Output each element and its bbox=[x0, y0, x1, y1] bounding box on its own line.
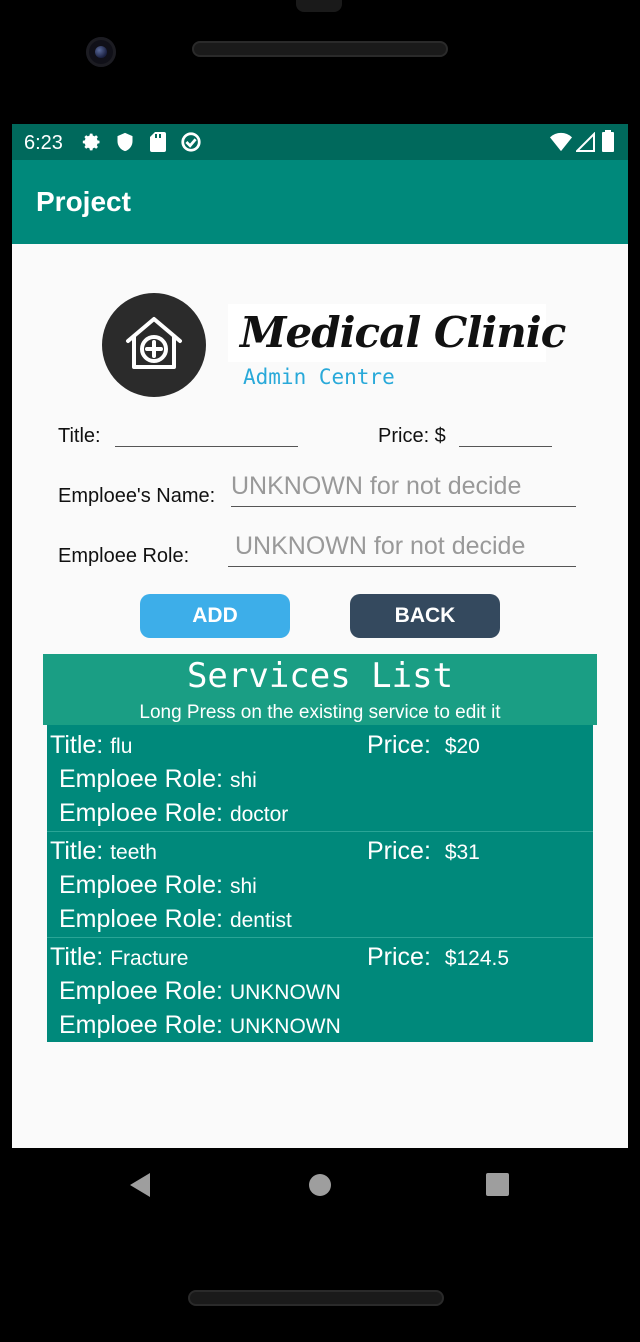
service-role-2: Emploee Role: UNKNOWN bbox=[59, 1011, 341, 1039]
services-list-title: Services List bbox=[186, 656, 454, 696]
service-row-teeth[interactable]: Title: teeth Price: $31 Emploee Role: sh… bbox=[47, 831, 593, 938]
service-row-fracture[interactable]: Title: Fracture Price: $124.5 Emploee Ro… bbox=[47, 937, 593, 1043]
phone-notch bbox=[296, 0, 342, 12]
title-label: Title: bbox=[58, 425, 101, 447]
service-title: Title: Fracture bbox=[50, 943, 189, 971]
service-title: Title: teeth bbox=[50, 837, 157, 865]
front-camera bbox=[86, 37, 116, 67]
app-title: Project bbox=[36, 186, 131, 217]
employee-name-label: Emploee's Name: bbox=[58, 485, 216, 507]
system-nav-bar bbox=[0, 1148, 640, 1222]
service-price: Price: $31 bbox=[367, 837, 480, 865]
status-time: 6:23 bbox=[24, 132, 63, 154]
employee-name-placeholder: UNKNOWN for not decide bbox=[231, 472, 522, 500]
service-price: Price: $124.5 bbox=[367, 943, 510, 971]
employee-role-input[interactable]: UNKNOWN for not decide bbox=[228, 528, 576, 567]
services-list: Title: flu Price: $20 Emploee Role: shi … bbox=[47, 725, 593, 1042]
earpiece-speaker bbox=[192, 41, 448, 57]
service-role-1: Emploee Role: shi bbox=[59, 765, 257, 793]
data-saver-icon bbox=[181, 132, 201, 152]
service-price: Price: $20 bbox=[367, 731, 480, 759]
signal-icon bbox=[576, 132, 595, 152]
bottom-speaker bbox=[188, 1290, 444, 1306]
employee-role-placeholder: UNKNOWN for not decide bbox=[235, 532, 526, 560]
service-role-2: Emploee Role: doctor bbox=[59, 799, 289, 827]
sd-card-icon bbox=[150, 132, 166, 152]
nav-home-icon[interactable] bbox=[308, 1173, 332, 1197]
admin-centre-subtitle: Admin Centre bbox=[243, 365, 395, 389]
service-row-flu[interactable]: Title: flu Price: $20 Emploee Role: shi … bbox=[47, 725, 593, 832]
add-button[interactable]: ADD bbox=[140, 594, 290, 638]
service-role-1: Emploee Role: UNKNOWN bbox=[59, 977, 341, 1005]
services-list-header: Services List Long Press on the existing… bbox=[43, 654, 597, 725]
settings-icon bbox=[82, 133, 100, 151]
back-button[interactable]: BACK bbox=[350, 594, 500, 638]
title-input[interactable] bbox=[115, 424, 298, 447]
service-role-2: Emploee Role: dentist bbox=[59, 905, 292, 933]
wifi-icon bbox=[550, 132, 572, 152]
nav-recents-icon[interactable] bbox=[486, 1173, 509, 1196]
price-input[interactable] bbox=[459, 424, 552, 447]
employee-name-input[interactable]: UNKNOWN for not decide bbox=[231, 468, 576, 507]
battery-icon bbox=[602, 130, 614, 152]
service-role-1: Emploee Role: shi bbox=[59, 871, 257, 899]
employee-role-label: Emploee Role: bbox=[58, 545, 190, 567]
price-label: Price: $ bbox=[378, 425, 446, 447]
screen: 6:23 Project Medical Clinic Admin Centre… bbox=[12, 124, 628, 1148]
brand-logo-text: Medical Clinic bbox=[240, 308, 566, 357]
nav-back-icon[interactable] bbox=[128, 1172, 152, 1198]
shield-icon bbox=[117, 132, 133, 152]
clinic-logo bbox=[102, 293, 206, 397]
app-bar: Project bbox=[12, 160, 628, 244]
service-title: Title: flu bbox=[50, 731, 133, 759]
services-list-hint: Long Press on the existing service to ed… bbox=[139, 702, 501, 723]
home-plus-icon bbox=[126, 317, 182, 369]
status-bar: 6:23 bbox=[12, 124, 628, 160]
